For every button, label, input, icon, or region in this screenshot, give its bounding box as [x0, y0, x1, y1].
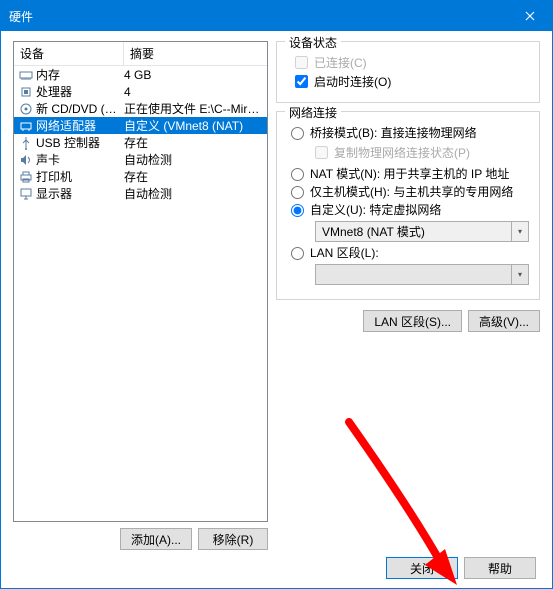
- device-value: 存在: [124, 168, 267, 185]
- device-row[interactable]: 内存4 GB: [14, 66, 267, 83]
- device-row[interactable]: 网络适配器自定义 (VMnet8 (NAT): [14, 117, 267, 134]
- device-name: USB 控制器: [36, 134, 124, 151]
- device-name: 网络适配器: [36, 117, 124, 134]
- device-row[interactable]: USB 控制器存在: [14, 134, 267, 151]
- bridged-radio[interactable]: [291, 127, 304, 140]
- hostonly-row[interactable]: 仅主机模式(H): 与主机共享的专用网络: [291, 185, 529, 199]
- custom-row[interactable]: 自定义(U): 特定虚拟网络: [291, 203, 529, 217]
- device-value: 正在使用文件 E:\C--Mirror im...: [124, 100, 267, 117]
- device-status-group: 设备状态 已连接(C) 启动时连接(O): [276, 41, 540, 103]
- lan-segment-select: ▾: [315, 264, 529, 285]
- title-bar: 硬件: [1, 1, 552, 31]
- device-value: 自动检测: [124, 151, 267, 168]
- bridged-label[interactable]: 桥接模式(B): 直接连接物理网络: [310, 126, 477, 140]
- device-value: 自定义 (VMnet8 (NAT): [124, 117, 267, 134]
- custom-network-select[interactable]: VMnet8 (NAT 模式) ▾: [315, 221, 529, 242]
- cpu-icon: [18, 84, 34, 100]
- chevron-down-icon: ▾: [511, 265, 528, 284]
- custom-network-value: VMnet8 (NAT 模式): [322, 223, 425, 240]
- replicate-row: 复制物理网络连接状态(P): [315, 144, 529, 161]
- custom-radio[interactable]: [291, 204, 304, 217]
- usb-icon: [18, 135, 34, 151]
- device-row[interactable]: 声卡自动检测: [14, 151, 267, 168]
- device-name: 处理器: [36, 83, 124, 100]
- device-value: 自动检测: [124, 185, 267, 202]
- display-icon: [18, 186, 34, 202]
- device-value: 4 GB: [124, 68, 267, 82]
- device-row[interactable]: 处理器4: [14, 83, 267, 100]
- lan-row[interactable]: LAN 区段(L):: [291, 246, 529, 260]
- device-name: 内存: [36, 66, 124, 83]
- lan-radio[interactable]: [291, 247, 304, 260]
- nat-radio[interactable]: [291, 168, 304, 181]
- connected-label: 已连接(C): [314, 54, 367, 71]
- device-value: 4: [124, 85, 267, 99]
- sound-icon: [18, 152, 34, 168]
- advanced-button[interactable]: 高级(V)...: [468, 310, 540, 332]
- hostonly-radio[interactable]: [291, 186, 304, 199]
- window-title: 硬件: [9, 8, 33, 25]
- col-summary: 摘要: [124, 42, 160, 65]
- replicate-label: 复制物理网络连接状态(P): [334, 144, 470, 161]
- device-row[interactable]: 显示器自动检测: [14, 185, 267, 202]
- device-list[interactable]: 设备 摘要 内存4 GB处理器4新 CD/DVD (SATA)正在使用文件 E:…: [13, 41, 268, 522]
- device-name: 打印机: [36, 168, 124, 185]
- close-button[interactable]: 关闭: [386, 557, 458, 579]
- hostonly-label[interactable]: 仅主机模式(H): 与主机共享的专用网络: [310, 185, 513, 199]
- nat-row[interactable]: NAT 模式(N): 用于共享主机的 IP 地址: [291, 167, 529, 181]
- lan-label[interactable]: LAN 区段(L):: [310, 246, 379, 260]
- device-row[interactable]: 新 CD/DVD (SATA)正在使用文件 E:\C--Mirror im...: [14, 100, 267, 117]
- network-connection-group: 网络连接 桥接模式(B): 直接连接物理网络 复制物理网络连接状态(P) NAT…: [276, 111, 540, 300]
- device-name: 声卡: [36, 151, 124, 168]
- replicate-checkbox: [315, 146, 328, 159]
- connected-checkbox: [295, 56, 308, 69]
- device-status-legend: 设备状态: [285, 34, 341, 51]
- lan-segments-button[interactable]: LAN 区段(S)...: [363, 310, 462, 332]
- connect-start-label[interactable]: 启动时连接(O): [314, 73, 391, 90]
- connect-start-checkbox[interactable]: [295, 75, 308, 88]
- net-icon: [18, 118, 34, 134]
- network-connection-legend: 网络连接: [285, 104, 341, 121]
- chevron-down-icon: ▾: [511, 222, 528, 241]
- add-button[interactable]: 添加(A)...: [120, 528, 192, 550]
- disc-icon: [18, 101, 34, 117]
- col-device: 设备: [14, 42, 124, 65]
- close-window-button[interactable]: [507, 1, 552, 31]
- device-row[interactable]: 打印机存在: [14, 168, 267, 185]
- connected-row: 已连接(C): [295, 54, 529, 71]
- custom-label[interactable]: 自定义(U): 特定虚拟网络: [310, 203, 441, 217]
- bridged-row[interactable]: 桥接模式(B): 直接连接物理网络: [291, 126, 529, 140]
- device-name: 新 CD/DVD (SATA): [36, 100, 124, 117]
- printer-icon: [18, 169, 34, 185]
- connect-start-row[interactable]: 启动时连接(O): [295, 73, 529, 90]
- remove-button[interactable]: 移除(R): [198, 528, 268, 550]
- help-button[interactable]: 帮助: [464, 557, 536, 579]
- device-list-header: 设备 摘要: [14, 42, 267, 66]
- device-name: 显示器: [36, 185, 124, 202]
- nat-label[interactable]: NAT 模式(N): 用于共享主机的 IP 地址: [310, 167, 509, 181]
- device-value: 存在: [124, 134, 267, 151]
- memory-icon: [18, 67, 34, 83]
